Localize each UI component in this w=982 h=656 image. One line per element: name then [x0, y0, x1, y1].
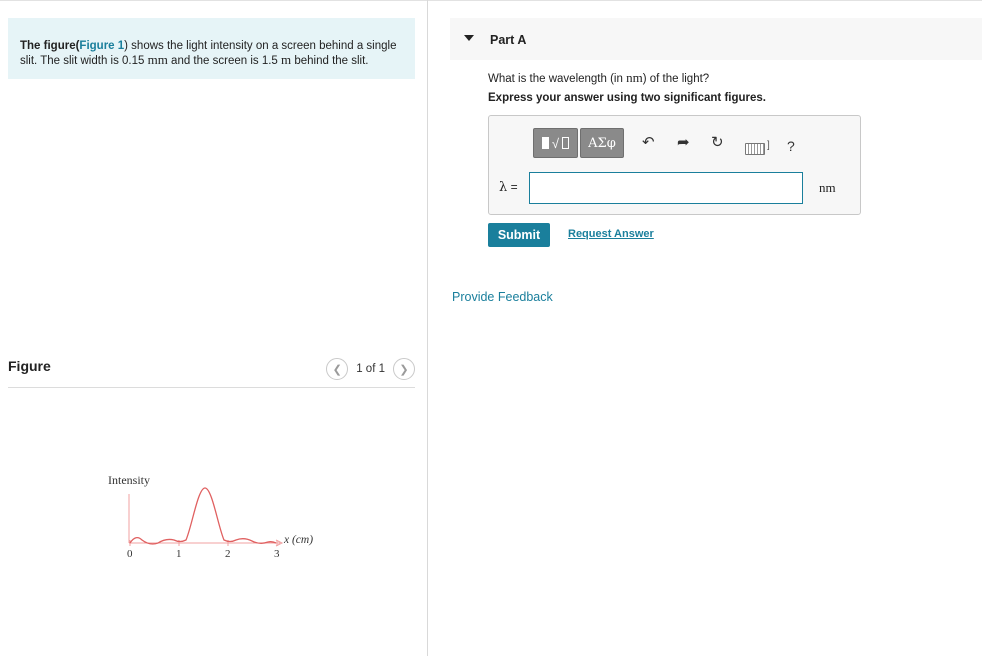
- answer-instruction: Express your answer using two significan…: [488, 92, 766, 104]
- intro-text-3: behind the slit.: [291, 55, 369, 67]
- reset-icon[interactable]: ↻: [711, 134, 724, 152]
- intro-unit-m: m: [281, 52, 292, 67]
- plot-tick-label-0: 0: [127, 548, 133, 560]
- figure-pager: ❮ 1 of 1 ❯: [326, 358, 415, 380]
- intro-text-2: and the screen is 1.5: [167, 55, 282, 67]
- undo-icon[interactable]: ↶: [642, 134, 655, 152]
- problem-intro: The figure(Figure 1) shows the light int…: [8, 18, 415, 79]
- equals-sign: =: [507, 180, 518, 194]
- keyboard-icon[interactable]: [745, 143, 765, 155]
- part-title: Part A: [490, 33, 527, 47]
- plot-ylabel: Intensity: [108, 473, 150, 487]
- figure-1-link[interactable]: Figure 1: [79, 40, 124, 52]
- request-answer-link[interactable]: Request Answer: [568, 228, 654, 240]
- intro-prefix: The figure(: [20, 40, 80, 52]
- chevron-right-icon[interactable]: ❯: [393, 358, 415, 380]
- provide-feedback-link[interactable]: Provide Feedback: [452, 290, 553, 304]
- plot-tick-label-1: 1: [176, 548, 182, 560]
- answer-unit: nm: [819, 180, 836, 195]
- question-unit: nm: [626, 70, 643, 85]
- lambda-symbol: λ: [499, 180, 508, 195]
- greek-symbols-button[interactable]: ΑΣφ: [580, 128, 624, 158]
- collapse-arrow-icon[interactable]: [464, 35, 474, 41]
- top-border: [0, 0, 982, 1]
- part-a-header[interactable]: Part A: [450, 18, 982, 60]
- templates-button[interactable]: √: [533, 128, 578, 158]
- plot-tick-label-2: 2: [225, 548, 231, 560]
- plot-xlabel: x (cm): [283, 534, 313, 546]
- figure-header: Figure ❮ 1 of 1 ❯: [8, 354, 415, 388]
- plot-tick-label-3: 3: [274, 548, 280, 560]
- figure-title: Figure: [8, 358, 51, 374]
- help-button[interactable]: ?: [787, 138, 795, 154]
- question-prefix: What is the wavelength (in: [488, 73, 627, 85]
- pager-text: 1 of 1: [356, 363, 385, 375]
- chevron-left-icon[interactable]: ❮: [326, 358, 349, 380]
- intensity-curve: [129, 487, 277, 545]
- submit-button[interactable]: Submit: [488, 223, 550, 247]
- column-divider: [427, 0, 428, 656]
- question-suffix: ) of the light?: [642, 73, 710, 85]
- keyboard-bracket-icon: ]: [767, 140, 770, 151]
- template-square-icon: [541, 137, 549, 149]
- answer-label: λ =: [499, 180, 518, 195]
- intro-unit-mm: mm: [147, 52, 168, 67]
- redo-icon[interactable]: ➦: [677, 134, 690, 152]
- template-square-icon: [562, 137, 570, 149]
- answer-box: √ ΑΣφ ↶ ➦ ↻ ] ? λ = nm: [488, 115, 861, 215]
- radical-icon: √: [551, 135, 560, 151]
- answer-input[interactable]: [529, 172, 803, 204]
- question-text: What is the wavelength (in nm) of the li…: [488, 70, 709, 86]
- intensity-plot: Intensity 0 1 2 3 x (cm): [108, 473, 313, 560]
